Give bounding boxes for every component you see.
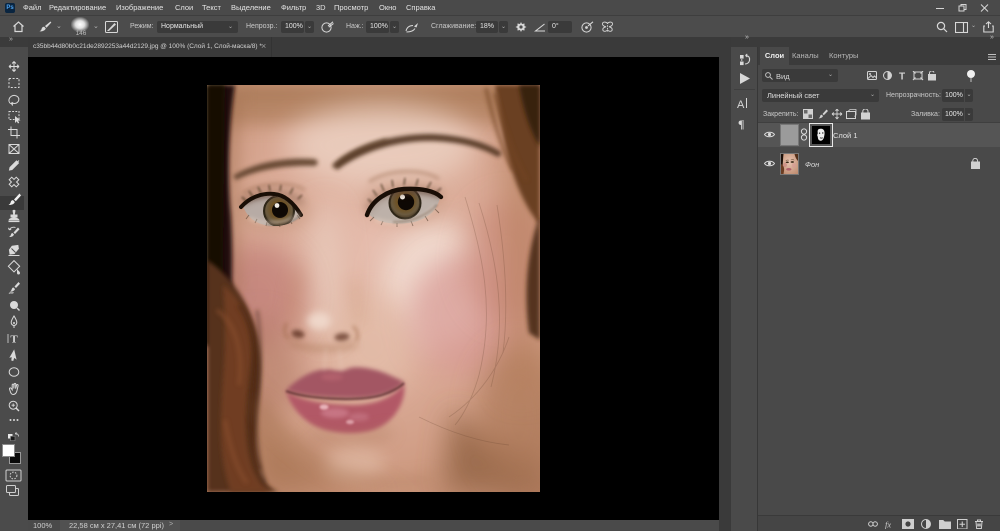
svg-text:T: T (899, 72, 905, 82)
svg-text:fx: fx (885, 520, 891, 530)
svg-text:¶: ¶ (738, 117, 744, 131)
svg-text:T: T (10, 334, 18, 346)
svg-text:A: A (737, 99, 745, 111)
